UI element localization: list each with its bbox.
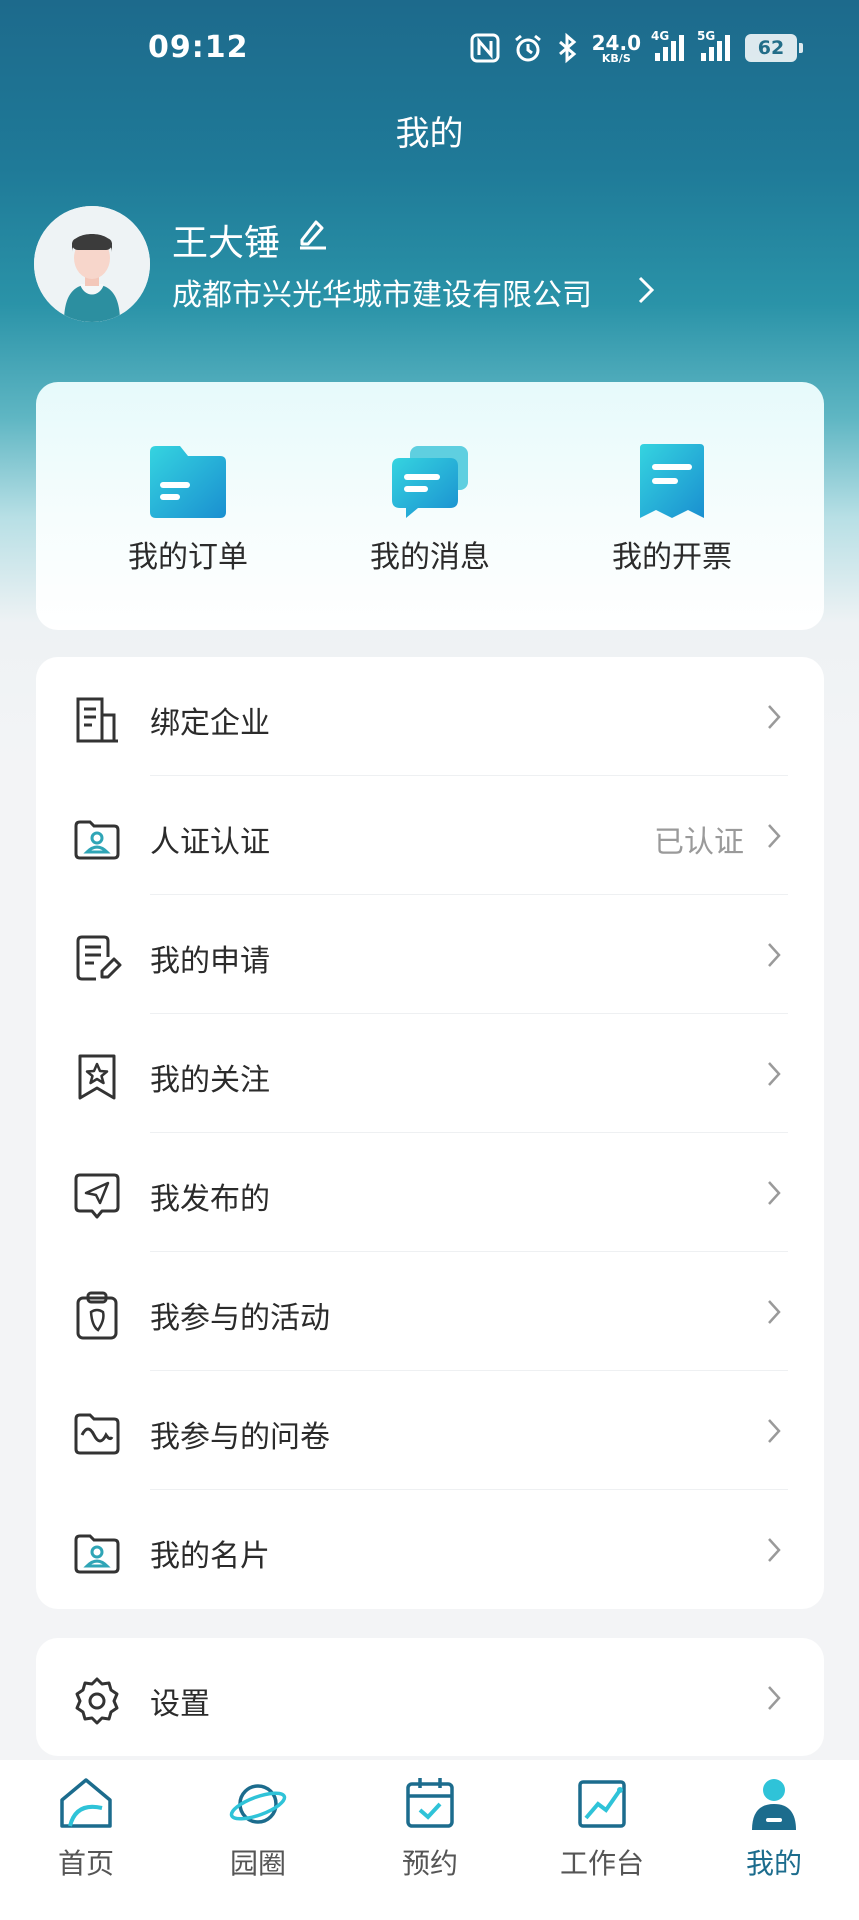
tab-label: 预约: [401, 1847, 458, 1880]
menu-item-label: 设置: [150, 1687, 210, 1722]
signal-5g-label: 5G: [697, 29, 716, 43]
chevron-right-icon: [766, 1179, 782, 1211]
tab-mine[interactable]: 我的: [688, 1774, 859, 1882]
settings-card: 设置: [36, 1638, 824, 1756]
chevron-right-icon: [766, 822, 782, 854]
tab-label: 首页: [57, 1847, 114, 1880]
folder-icon: [146, 442, 230, 522]
status-time: 09:12: [148, 30, 249, 65]
building-icon: [72, 695, 122, 745]
menu-item-identity-verification[interactable]: 人证认证 已认证: [36, 776, 824, 895]
id-card-icon: [72, 814, 122, 864]
menu-item-my-follows[interactable]: 我的关注: [36, 1014, 824, 1133]
calendar-icon: [400, 1774, 460, 1834]
quick-action-invoices[interactable]: 我的开票: [572, 442, 772, 576]
menu-item-my-applications[interactable]: 我的申请: [36, 895, 824, 1014]
user-icon: [744, 1774, 804, 1834]
menu-item-label: 我参与的问卷: [150, 1420, 330, 1455]
menu-item-label: 人证认证: [150, 825, 270, 860]
verification-status: 已认证: [654, 825, 744, 860]
business-card-icon: [72, 1528, 122, 1578]
chevron-right-icon: [766, 703, 782, 735]
quick-actions-card: 我的订单 我的消息 我的开票: [36, 382, 824, 630]
edit-icon[interactable]: [294, 216, 330, 256]
quick-action-orders[interactable]: 我的订单: [88, 442, 288, 576]
application-icon: [72, 933, 122, 983]
profile-page: 09:12 24.0 KB/S 4G 5G 62 我的 王大锤 成都市兴光华城市…: [0, 0, 859, 1920]
menu-item-bind-company[interactable]: 绑定企业: [36, 657, 824, 776]
menu-item-label: 我发布的: [150, 1182, 270, 1217]
planet-icon: [228, 1774, 288, 1834]
network-speed: 24.0 KB/S: [592, 33, 641, 64]
menu-item-label: 绑定企业: [150, 706, 270, 741]
avatar[interactable]: [34, 206, 150, 322]
quick-action-label: 我的订单: [128, 540, 248, 575]
survey-icon: [72, 1409, 122, 1459]
signal-5g-icon: 5G: [697, 29, 733, 63]
tab-label: 工作台: [559, 1847, 644, 1880]
chevron-right-icon: [766, 1060, 782, 1092]
menu-item-label: 我参与的活动: [150, 1301, 330, 1336]
tab-home[interactable]: 首页: [0, 1774, 172, 1882]
status-icons: 24.0 KB/S 4G 5G 62: [470, 28, 803, 68]
tab-label: 园圈: [229, 1847, 286, 1880]
nfc-icon: [470, 33, 500, 63]
chevron-right-icon: [766, 941, 782, 973]
star-bookmark-icon: [72, 1052, 122, 1102]
company-name[interactable]: 成都市兴光华城市建设有限公司: [172, 270, 592, 314]
tab-label: 我的: [745, 1847, 802, 1880]
chevron-right-icon: [766, 1684, 782, 1716]
alarm-icon: [512, 32, 544, 64]
user-name: 王大锤: [172, 223, 281, 264]
battery-indicator: 62: [745, 34, 803, 62]
tab-workbench[interactable]: 工作台: [516, 1774, 688, 1882]
tab-circle[interactable]: 园圈: [172, 1774, 344, 1882]
chevron-right-icon[interactable]: [636, 274, 656, 310]
home-icon: [56, 1774, 116, 1834]
bottom-tab-bar: 首页 园圈 预约 工作台 我的: [0, 1760, 859, 1920]
quick-action-messages[interactable]: 我的消息: [330, 442, 530, 576]
menu-item-label: 我的关注: [150, 1063, 270, 1098]
quick-action-label: 我的消息: [370, 540, 490, 575]
bluetooth-icon: [556, 32, 580, 64]
chevron-right-icon: [766, 1536, 782, 1568]
menu-item-settings[interactable]: 设置: [36, 1638, 824, 1756]
invoice-icon: [630, 442, 714, 522]
send-icon: [72, 1171, 122, 1221]
quick-action-label: 我的开票: [612, 540, 732, 575]
activity-icon: [72, 1290, 122, 1340]
chevron-right-icon: [766, 1298, 782, 1330]
signal-4g-label: 4G: [651, 29, 670, 43]
tab-booking[interactable]: 预约: [344, 1774, 516, 1882]
menu-item-my-activities[interactable]: 我参与的活动: [36, 1252, 824, 1371]
status-bar: 09:12 24.0 KB/S 4G 5G 62: [0, 0, 859, 96]
network-speed-unit: KB/S: [601, 51, 631, 65]
network-speed-value: 24.0: [591, 30, 641, 55]
menu-item-label: 我的申请: [150, 944, 270, 979]
menu-item-label: 我的名片: [150, 1539, 270, 1574]
message-icon: [388, 442, 472, 522]
chevron-right-icon: [766, 1417, 782, 1449]
menu-list: 绑定企业 人证认证 已认证 我的申请 我的关注 我发布的 我参与的活动 我参与的…: [36, 657, 824, 1609]
menu-item-my-posts[interactable]: 我发布的: [36, 1133, 824, 1252]
page-title: 我的: [395, 114, 464, 154]
signal-4g-icon: 4G: [651, 29, 687, 63]
chart-icon: [572, 1774, 632, 1834]
menu-item-my-surveys[interactable]: 我参与的问卷: [36, 1371, 824, 1490]
gear-icon: [72, 1676, 122, 1726]
menu-item-business-card[interactable]: 我的名片: [36, 1490, 824, 1609]
